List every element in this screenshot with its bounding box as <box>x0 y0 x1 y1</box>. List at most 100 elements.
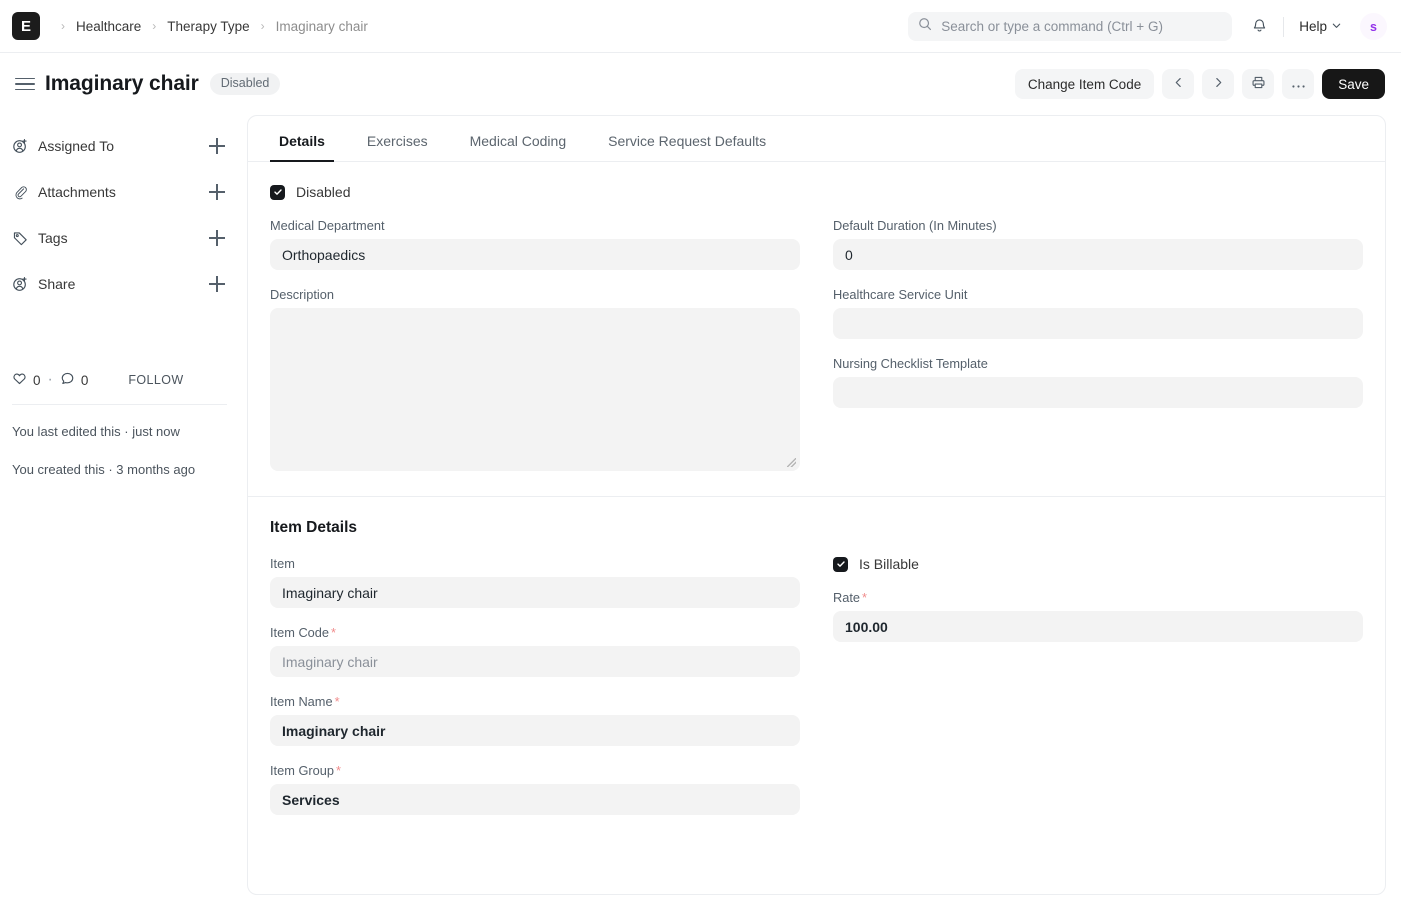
notifications-bell-button[interactable] <box>1244 12 1274 42</box>
plus-icon[interactable] <box>207 182 227 202</box>
item-code-input[interactable]: Imaginary chair <box>270 646 800 677</box>
medical-department-field: Medical Department Orthopaedics <box>270 218 800 270</box>
like-button[interactable]: 0 <box>12 371 41 389</box>
search-input[interactable] <box>941 12 1223 41</box>
check-icon <box>273 189 282 195</box>
breadcrumb-item-current: Imaginary chair <box>275 18 368 34</box>
item-group-input[interactable]: Services <box>270 784 800 815</box>
tab-details[interactable]: Details <box>270 133 334 162</box>
print-button[interactable] <box>1242 69 1275 99</box>
bell-icon <box>1251 17 1268 37</box>
item-name-input[interactable]: Imaginary chair <box>270 715 800 746</box>
ellipsis-icon <box>1291 77 1306 92</box>
item-group-field: Item Group * Services <box>270 763 800 815</box>
change-item-code-button[interactable]: Change Item Code <box>1014 69 1155 99</box>
rate-input[interactable]: 100.00 <box>833 611 1363 642</box>
description-field: Description <box>270 287 800 471</box>
sidebar-item-attachments[interactable]: Attachments <box>12 177 227 207</box>
is-billable-checkbox-row: Is Billable <box>833 556 1363 572</box>
hamburger-icon[interactable] <box>12 71 38 97</box>
item-name-label-text: Item Name <box>270 694 333 709</box>
default-duration-label: Default Duration (In Minutes) <box>833 218 997 233</box>
breadcrumb-separator: › <box>260 19 265 33</box>
save-button[interactable]: Save <box>1322 69 1385 99</box>
details-left-column: Medical Department Orthopaedics Descript… <box>270 218 800 488</box>
medical-department-input[interactable]: Orthopaedics <box>270 239 800 270</box>
disabled-checkbox-row: Disabled <box>270 184 1363 200</box>
required-asterisk: * <box>331 625 337 640</box>
search-icon <box>918 17 932 36</box>
comment-icon <box>60 371 75 389</box>
required-asterisk: * <box>334 694 340 709</box>
medical-department-label: Medical Department <box>270 218 385 233</box>
last-edited-text: You last edited this · just now <box>12 424 180 439</box>
avatar[interactable]: s <box>1360 13 1387 40</box>
page-header-actions: Change Item Code Save <box>1014 53 1385 115</box>
chevron-left-icon <box>1172 76 1185 92</box>
tab-exercises[interactable]: Exercises <box>358 133 437 161</box>
disabled-checkbox-label: Disabled <box>296 184 351 200</box>
item-details-left-column: Item Imaginary chair Item Code * Imaginar… <box>270 556 800 832</box>
sidebar-item-label: Tags <box>38 230 68 246</box>
page-header: Imaginary chair Disabled Change Item Cod… <box>0 53 1401 115</box>
default-duration-input[interactable]: 0 <box>833 239 1363 270</box>
required-asterisk: * <box>336 763 341 778</box>
sidebar-item-share[interactable]: Share <box>12 269 227 299</box>
user-plus-icon <box>12 138 29 155</box>
sidebar-item-tags[interactable]: Tags <box>12 223 227 253</box>
next-document-button[interactable] <box>1202 69 1235 99</box>
item-field: Item Imaginary chair <box>270 556 800 608</box>
healthcare-service-unit-label: Healthcare Service Unit <box>833 287 968 302</box>
user-plus-icon <box>12 276 29 293</box>
previous-document-button[interactable] <box>1162 69 1195 99</box>
erpnext-logo-icon[interactable]: E <box>12 12 40 40</box>
is-billable-checkbox[interactable] <box>833 556 848 572</box>
item-code-label-text: Item Code <box>270 625 330 640</box>
nursing-checklist-template-label: Nursing Checklist Template <box>833 356 988 371</box>
help-label: Help <box>1299 19 1327 34</box>
page-title: Imaginary chair <box>45 72 199 95</box>
nursing-checklist-template-field: Nursing Checklist Template <box>833 356 1363 408</box>
document-sidebar: Assigned To Attachments Tags Share 0 · 0… <box>0 115 247 916</box>
top-navbar: E › Healthcare › Therapy Type › Imaginar… <box>0 0 1401 53</box>
rate-label: Rate * <box>833 590 1363 605</box>
item-group-label-text: Item Group <box>270 763 335 778</box>
printer-icon <box>1251 75 1266 93</box>
disabled-checkbox[interactable] <box>270 184 285 200</box>
healthcare-service-unit-input[interactable] <box>833 308 1363 339</box>
breadcrumb-separator: › <box>61 19 65 33</box>
like-count: 0 <box>33 372 41 388</box>
sidebar-item-assigned-to[interactable]: Assigned To <box>12 131 227 161</box>
nursing-checklist-template-input[interactable] <box>833 377 1363 408</box>
healthcare-service-unit-field: Healthcare Service Unit <box>833 287 1363 339</box>
description-textarea[interactable] <box>270 308 800 471</box>
item-input[interactable]: Imaginary chair <box>270 577 800 608</box>
breadcrumb-item-healthcare[interactable]: Healthcare <box>72 17 145 36</box>
follow-button[interactable]: FOLLOW <box>128 373 183 387</box>
plus-icon[interactable] <box>207 274 227 294</box>
form-card: Details Exercises Medical Coding Service… <box>247 115 1386 895</box>
default-duration-field: Default Duration (In Minutes) 0 <box>833 218 1363 270</box>
more-actions-button[interactable] <box>1282 69 1315 99</box>
details-grid: Medical Department Orthopaedics Descript… <box>270 218 1363 488</box>
item-details-section: Item Details Item Imaginary chair Item C… <box>248 496 1385 840</box>
tag-icon <box>12 230 29 247</box>
details-section: Disabled Medical Department Orthopaedics… <box>248 162 1385 496</box>
details-right-column: Default Duration (In Minutes) 0 Healthca… <box>833 218 1363 488</box>
item-group-label: Item Group * <box>270 763 800 778</box>
form-tabs: Details Exercises Medical Coding Service… <box>248 116 1385 162</box>
sidebar-stats: 0 · 0 FOLLOW <box>12 371 227 404</box>
tab-medical-coding[interactable]: Medical Coding <box>461 133 576 161</box>
breadcrumb-separator: › <box>152 19 157 33</box>
search-box[interactable] <box>908 12 1233 41</box>
plus-icon[interactable] <box>207 228 227 248</box>
tab-service-request-defaults[interactable]: Service Request Defaults <box>599 133 775 161</box>
plus-icon[interactable] <box>207 136 227 156</box>
breadcrumb-item-therapy-type[interactable]: Therapy Type <box>163 17 253 36</box>
item-details-grid: Item Imaginary chair Item Code * Imaginar… <box>270 556 1363 832</box>
required-asterisk: * <box>862 590 868 605</box>
chevron-down-icon <box>1331 19 1342 34</box>
help-menu-button[interactable]: Help <box>1293 15 1348 38</box>
comment-button[interactable]: 0 <box>60 371 88 389</box>
sidebar-divider <box>12 404 227 405</box>
